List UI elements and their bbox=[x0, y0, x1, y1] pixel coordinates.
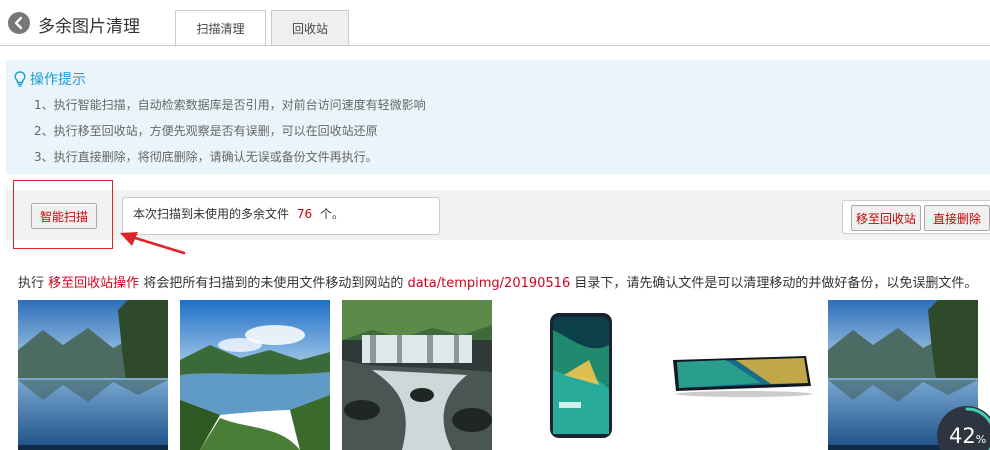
move-to-recycle-button[interactable]: 移至回收站 bbox=[851, 205, 921, 231]
instruction-text: 将会把所有扫描到的未使用文件移动到网站的 bbox=[143, 276, 404, 291]
unused-images-grid bbox=[18, 300, 990, 450]
scan-result-box: 本次扫描到未使用的多余文件 76 个。 bbox=[122, 197, 440, 235]
phone-side-image[interactable] bbox=[666, 300, 816, 450]
mountain-lake-image[interactable] bbox=[18, 300, 168, 450]
bulk-action-group: 移至回收站 直接删除 bbox=[842, 200, 990, 234]
instruction-text: 目录下，请先确认文件是可以清理移动的并做好备份，以免误删文件。 bbox=[574, 276, 978, 291]
tip-item: 3、执行直接删除，将彻底删除，请确认无误或备份文件再执行。 bbox=[34, 150, 378, 164]
instruction-highlight-path: data/tempimg/20190516 bbox=[407, 276, 571, 291]
tab-scan-clean[interactable]: 扫描清理 bbox=[175, 10, 266, 47]
instruction-highlight-move: 移至回收站操作 bbox=[48, 276, 140, 291]
result-count: 76 bbox=[296, 207, 313, 221]
tip-item: 1、执行智能扫描，自动检索数据库是否引用，对前台访问速度有轻微影响 bbox=[34, 98, 426, 112]
action-bar: 智能扫描 本次扫描到未使用的多余文件 76 个。 移至回收站 直接删除 bbox=[6, 190, 990, 240]
tip-item: 2、执行移至回收站，方便先观察是否有误删，可以在回收站还原 bbox=[34, 124, 378, 138]
tab-bar: 扫描清理 回收站 bbox=[175, 10, 349, 47]
tab-recycle-bin[interactable]: 回收站 bbox=[271, 10, 349, 46]
river-valley-image[interactable] bbox=[180, 300, 330, 450]
progress-value: 42 bbox=[949, 424, 976, 448]
waterfall-image[interactable] bbox=[342, 300, 492, 450]
result-prefix: 本次扫描到未使用的多余文件 bbox=[133, 207, 290, 221]
smart-scan-button[interactable]: 智能扫描 bbox=[31, 203, 97, 229]
page-header: 多余图片清理 扫描清理 回收站 bbox=[0, 0, 990, 47]
tips-title-text: 操作提示 bbox=[30, 72, 86, 88]
result-suffix: 个。 bbox=[319, 207, 344, 221]
tips-list: 1、执行智能扫描，自动检索数据库是否引用，对前台访问速度有轻微影响 2、执行移至… bbox=[34, 98, 426, 176]
header-divider bbox=[0, 45, 990, 46]
instruction-text: 执行 bbox=[18, 276, 45, 291]
progress-unit: % bbox=[975, 433, 987, 446]
delete-directly-button[interactable]: 直接删除 bbox=[924, 205, 990, 231]
phone-front-image[interactable] bbox=[504, 300, 654, 450]
move-instruction: 执行 移至回收站操作 将会把所有扫描到的未使用文件移动到网站的 data/tem… bbox=[18, 272, 990, 291]
page-title: 多余图片清理 bbox=[38, 17, 140, 37]
progress-label: 42% bbox=[949, 424, 986, 448]
operation-tips-panel: 操作提示 1、执行智能扫描，自动检索数据库是否引用，对前台访问速度有轻微影响 2… bbox=[6, 60, 990, 174]
back-arrow-icon[interactable] bbox=[8, 12, 30, 34]
tips-title: 操作提示 bbox=[14, 69, 86, 89]
lightbulb-icon bbox=[14, 71, 26, 87]
